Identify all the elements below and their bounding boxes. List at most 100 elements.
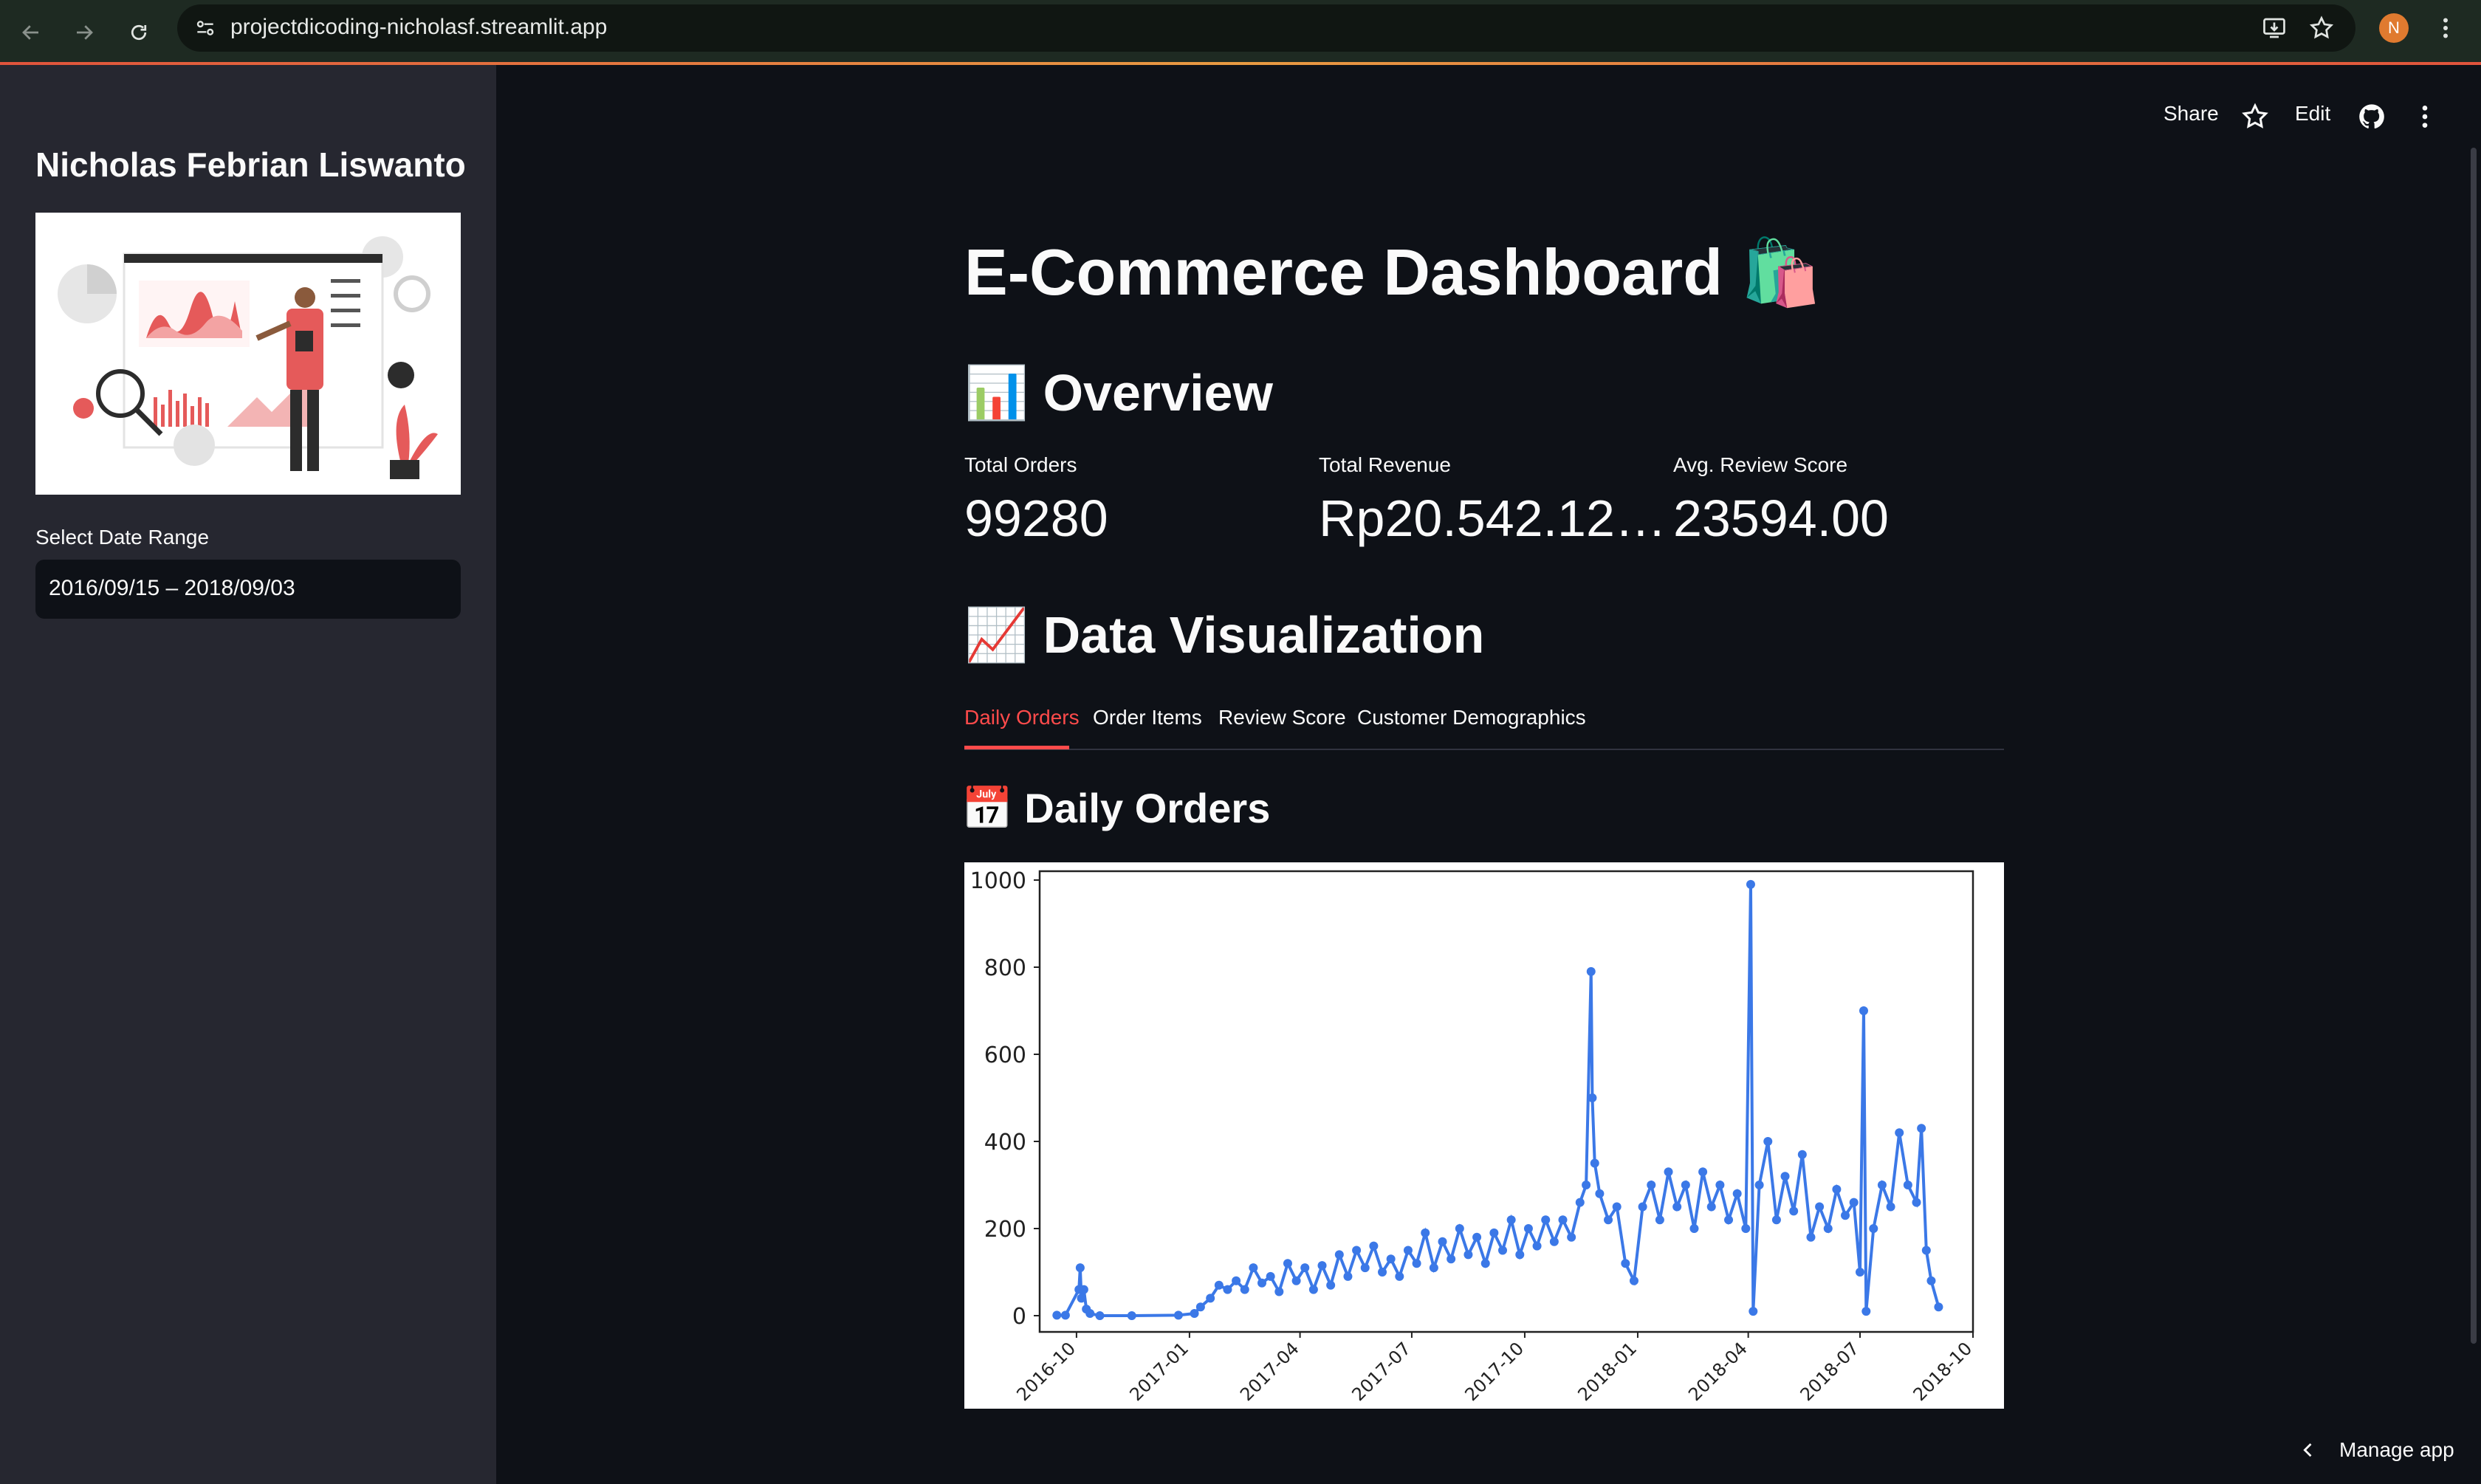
data-point [1849,1198,1859,1207]
tab-customer-demographics[interactable]: Customer Demographics [1357,706,1586,729]
y-tick-label: 600 [984,1042,1026,1068]
chevron-left-icon[interactable] [2298,1438,2319,1462]
data-point [1077,1294,1086,1303]
install-app-icon[interactable] [2261,15,2288,41]
data-point [1921,1246,1931,1255]
data-point [1429,1263,1438,1273]
daily-orders-chart-svg: 0 200 400 600 800 1000 2016-10 2017-01 2017-04 20… [970,868,1977,1405]
data-point [1463,1250,1473,1260]
data-point [1506,1215,1516,1225]
date-range-value[interactable]: 2016/09/15 – 2018/09/03 [49,576,295,601]
data-point [1343,1271,1353,1281]
x-tick-label: 2017-07 [1348,1338,1415,1405]
daily-orders-chart: 0 200 400 600 800 1000 2016-10 2017-01 2017-04 20… [964,862,2004,1409]
data-point [1797,1150,1807,1159]
data-point [1127,1311,1136,1320]
data-point [1455,1224,1464,1233]
data-point [1095,1311,1105,1320]
more-vertical-icon[interactable] [2410,102,2440,131]
forward-button[interactable] [65,13,103,52]
scrollbar[interactable] [2471,148,2477,1344]
tab-bar: Daily Orders Order Items Review Score Cu… [964,701,2004,750]
data-point [1706,1202,1716,1212]
data-point [1841,1211,1850,1220]
data-point [1689,1224,1699,1233]
x-tick-label: 2018-04 [1684,1338,1751,1405]
data-point [1586,966,1596,976]
back-button[interactable] [12,13,50,52]
data-point [1912,1198,1921,1207]
author-name: Nicholas Febrian Liswanto [35,145,466,184]
site-settings-icon[interactable] [193,16,217,40]
data-point [1590,1158,1599,1168]
data-point [1214,1280,1224,1290]
tab-daily-orders[interactable]: Daily Orders [964,706,1080,729]
date-range-input[interactable]: 2016/09/15 – 2018/09/03 [35,560,461,619]
data-point [1498,1246,1508,1255]
y-tick-label: 400 [984,1130,1026,1155]
y-tick-label: 1000 [970,868,1026,894]
metric-review-score-label: Avg. Review Score [1673,453,1848,476]
data-point [1395,1271,1404,1281]
manage-app-button[interactable]: Manage app [2339,1438,2454,1462]
bookmark-star-icon[interactable] [2308,15,2335,41]
data-point [1079,1285,1088,1294]
page-title: E-Commerce Dashboard 🛍️ [964,236,1822,309]
data-point [1421,1228,1430,1237]
data-point [1317,1261,1327,1271]
address-bar[interactable]: projectdicoding-nicholasf.streamlit.app [177,4,2355,52]
url-text[interactable]: projectdicoding-nicholasf.streamlit.app [230,15,607,40]
data-point [1232,1276,1241,1285]
data-point [1861,1307,1871,1316]
data-point [1541,1215,1551,1225]
data-point [1378,1268,1387,1277]
sidebar-illustration [35,213,461,495]
data-point [1352,1246,1362,1255]
data-point [1886,1202,1895,1212]
edit-button[interactable]: Edit [2295,102,2330,126]
browser-menu-icon[interactable] [2432,15,2459,41]
data-point [1173,1310,1183,1320]
data-point [1895,1128,1904,1138]
y-tick-label: 800 [984,955,1026,981]
data-point [1859,1006,1868,1015]
data-point [1763,1137,1773,1146]
series-line [1057,884,1940,1317]
data-point [1903,1181,1912,1189]
data-point [1724,1215,1734,1225]
data-point [1480,1259,1490,1268]
arrow-right-icon [77,25,93,40]
data-point [1190,1309,1199,1319]
data-point [1823,1224,1833,1233]
data-point [1832,1184,1842,1194]
star-icon[interactable] [2240,102,2270,131]
data-point [1523,1224,1533,1233]
github-icon[interactable] [2357,102,2386,131]
date-range-label: Select Date Range [35,526,210,549]
data-point [1681,1181,1690,1189]
data-point [1326,1280,1336,1290]
reload-button[interactable] [120,13,158,52]
browser-toolbar: projectdicoding-nicholasf.streamlit.app … [0,0,2481,63]
plot-frame [1038,870,1974,1333]
y-tick-label: 0 [1012,1304,1026,1330]
data-point [1664,1167,1673,1177]
share-button[interactable]: Share [2163,102,2219,126]
data-point [1629,1276,1638,1285]
x-tick-label: 2018-10 [1909,1338,1977,1405]
profile-avatar[interactable]: N [2379,13,2409,43]
data-point [1266,1271,1275,1281]
data-point [1334,1250,1344,1260]
data-point [1806,1232,1816,1242]
x-tick-label: 2018-07 [1797,1338,1864,1405]
tab-order-items[interactable]: Order Items [1093,706,1202,729]
metric-review-score-value: 23594.00 [1673,489,1889,547]
metric-total-revenue-label: Total Revenue [1319,453,1452,476]
data-point [1934,1302,1943,1312]
data-point [1595,1189,1605,1198]
data-point [1060,1310,1070,1320]
data-point [1604,1215,1613,1225]
data-point [1412,1259,1421,1268]
data-point [1588,1093,1597,1102]
tab-review-score[interactable]: Review Score [1218,706,1346,729]
